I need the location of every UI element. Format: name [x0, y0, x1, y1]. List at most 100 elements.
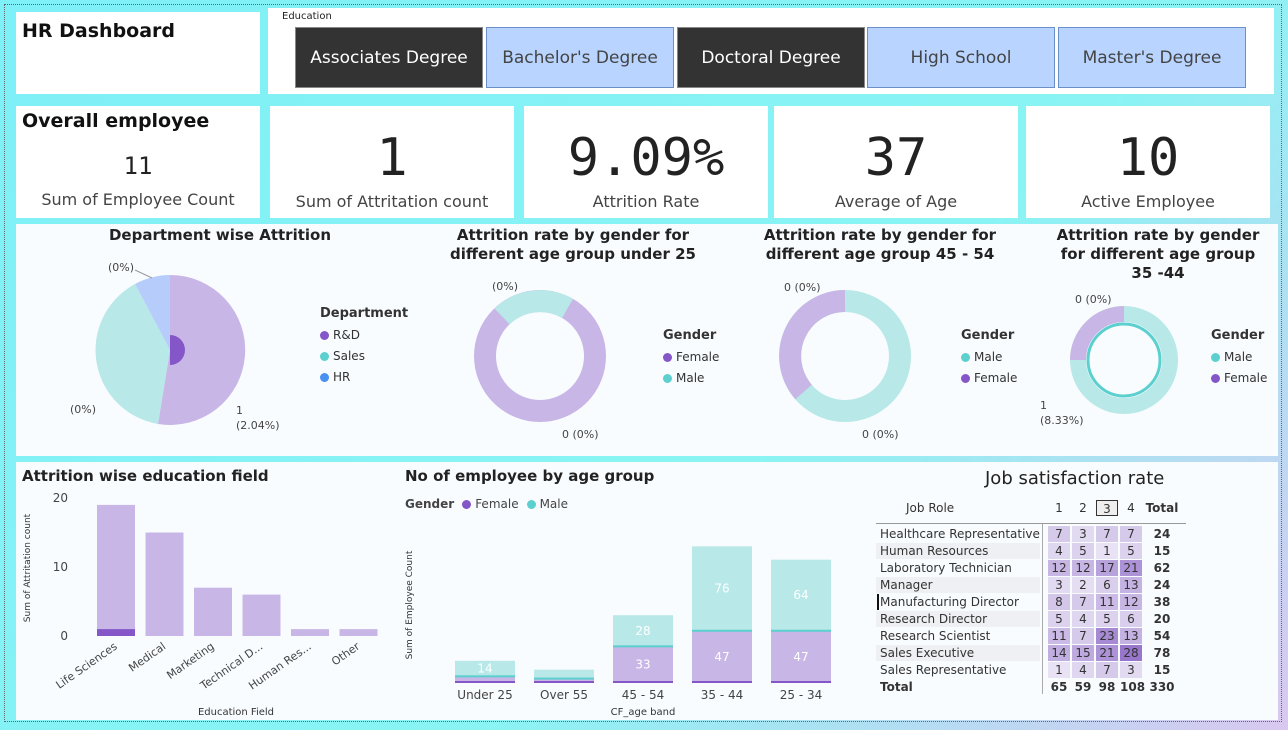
- matrix-selected-row-marker: [877, 594, 879, 610]
- legend-item-male[interactable]: Male: [1211, 350, 1267, 364]
- legend-label: Female: [1224, 371, 1268, 385]
- x-axis-label: CF_age band: [611, 707, 676, 718]
- pie3-label-bottom: 0 (0%): [862, 428, 899, 441]
- matrix-header-cell: 4: [1127, 501, 1135, 515]
- gender-45-54-donut: [779, 290, 911, 422]
- matrix-row-label[interactable]: Human Resources: [880, 543, 1040, 559]
- matrix-value-cell: 65: [1050, 680, 1068, 694]
- x-tick-label: Other: [329, 640, 362, 669]
- slicer-doctoral-degree[interactable]: Doctoral Degree: [677, 27, 865, 88]
- legend-label: HR: [333, 370, 351, 384]
- bar[interactable]: [242, 594, 281, 636]
- matrix-value-cell: 6: [1120, 611, 1142, 627]
- pie3-legend-title: Gender: [961, 328, 1015, 343]
- legend-item-female[interactable]: Female: [961, 371, 1017, 385]
- legend-label: Female: [974, 371, 1018, 385]
- bar[interactable]: [291, 629, 329, 636]
- age-group-title: No of employee by age group: [405, 467, 655, 485]
- kpi-average-age-card: 37 Average of Age: [774, 106, 1018, 218]
- education-slicer-label: Education: [282, 11, 332, 22]
- matrix-value-cell: 2: [1072, 577, 1094, 593]
- matrix-value-cell: 21: [1120, 560, 1142, 576]
- data-label-female: 47: [793, 650, 808, 664]
- legend-label: Male: [676, 371, 705, 385]
- bar-segment-male[interactable]: [534, 669, 594, 679]
- bar-base-line: [771, 681, 831, 683]
- matrix-row-label[interactable]: Sales Representative: [880, 662, 1040, 678]
- legend-item-male[interactable]: Male: [663, 371, 719, 385]
- bar-divider: [534, 677, 594, 680]
- matrix-value-cell: 11: [1048, 628, 1070, 644]
- gender-under25-title: Attrition rate by gender for different a…: [450, 226, 696, 263]
- matrix-row-label[interactable]: Sales Executive: [880, 645, 1040, 661]
- legend-male[interactable]: Male: [540, 497, 568, 511]
- data-label-male: 28: [635, 624, 650, 638]
- data-label-male: 14: [477, 662, 492, 676]
- matrix-value-cell: 1: [1096, 543, 1118, 559]
- bar[interactable]: [339, 629, 378, 636]
- matrix-header-cell: 3: [1096, 500, 1118, 516]
- y-tick-label: 10: [53, 560, 68, 574]
- bar-divider: [771, 629, 831, 632]
- matrix-value-cell: 59: [1074, 680, 1092, 694]
- matrix-value-cell: 21: [1096, 645, 1118, 661]
- legend-item-female[interactable]: Female: [1211, 371, 1267, 385]
- pie2-label-female: 0 (0%): [562, 428, 599, 441]
- attrition-rate-label: Attrition Rate: [592, 192, 700, 211]
- slicer-bachelors-degree[interactable]: Bachelor's Degree: [486, 27, 674, 88]
- bar-divider: [455, 675, 515, 678]
- slicer-masters-degree[interactable]: Master's Degree: [1058, 27, 1246, 88]
- bar[interactable]: [97, 504, 135, 636]
- legend-label: R&D: [333, 328, 360, 342]
- matrix-column-divider: [1042, 524, 1043, 694]
- donut-slice-female: [779, 290, 846, 400]
- matrix-value-cell: 7: [1048, 526, 1070, 542]
- legend-item-hr[interactable]: HR: [320, 370, 408, 384]
- matrix-value-cell: 13: [1120, 577, 1142, 593]
- matrix-row-label[interactable]: Manufacturing Director: [880, 594, 1040, 610]
- matrix-row-label[interactable]: Research Director: [880, 611, 1040, 627]
- bar-segment-attrition[interactable]: [97, 629, 135, 636]
- employee-count-label: Sum of Employee Count: [41, 190, 235, 209]
- legend-dot: [320, 330, 329, 340]
- bar[interactable]: [145, 532, 184, 637]
- matrix-value-cell: 5: [1096, 611, 1118, 627]
- x-tick-label: 25 - 34: [780, 688, 823, 702]
- bar[interactable]: [194, 587, 232, 636]
- matrix-total-cell: 38: [1153, 595, 1171, 609]
- bar-base-line: [534, 681, 594, 683]
- legend-item-rnd[interactable]: R&D: [320, 328, 408, 342]
- matrix-value-cell: 98: [1098, 680, 1116, 694]
- age-group-legend: Gender Female Male: [405, 497, 568, 511]
- age-group-bar-chart: Sum of Employee Count 14 Under 25 Over 55 33…: [405, 546, 831, 718]
- legend-item-sales[interactable]: Sales: [320, 349, 408, 363]
- matrix-header-divider: [876, 523, 1186, 524]
- legend-female[interactable]: Female: [475, 497, 518, 511]
- matrix-value-cell: 108: [1120, 680, 1146, 694]
- matrix-value-cell: 4: [1072, 662, 1094, 678]
- matrix-row-label[interactable]: Laboratory Technician: [880, 560, 1040, 576]
- gender-45-54-title: Attrition rate by gender for different a…: [763, 226, 997, 263]
- matrix-row-label[interactable]: Manager: [880, 577, 1040, 593]
- bar-divider: [613, 645, 673, 648]
- matrix-row-label[interactable]: Healthcare Representative: [880, 526, 1040, 542]
- matrix-value-cell: 11: [1096, 594, 1118, 610]
- employee-count-value: 11: [123, 152, 153, 180]
- donut-ring-female: [474, 290, 606, 422]
- matrix-value-cell: 8: [1048, 594, 1070, 610]
- legend-dot: [663, 352, 672, 362]
- slicer-associates-degree[interactable]: Associates Degree: [295, 27, 483, 88]
- legend-dot: [961, 352, 970, 362]
- legend-item-female[interactable]: Female: [663, 350, 719, 364]
- kpi-attrition-rate-card: 9.09% Attrition Rate: [524, 106, 768, 218]
- matrix-row-label[interactable]: Research Scientist: [880, 628, 1040, 644]
- matrix-total-cell: 54: [1153, 629, 1171, 643]
- matrix-header-cell: Total: [1145, 501, 1179, 515]
- legend-item-male[interactable]: Male: [961, 350, 1017, 364]
- matrix-value-cell: 15: [1072, 645, 1094, 661]
- matrix-total-cell: 24: [1153, 527, 1171, 541]
- matrix-total-cell: 24: [1153, 578, 1171, 592]
- x-axis-label: Education Field: [198, 707, 274, 718]
- data-label-female: 33: [635, 658, 650, 672]
- slicer-high-school[interactable]: High School: [867, 27, 1055, 88]
